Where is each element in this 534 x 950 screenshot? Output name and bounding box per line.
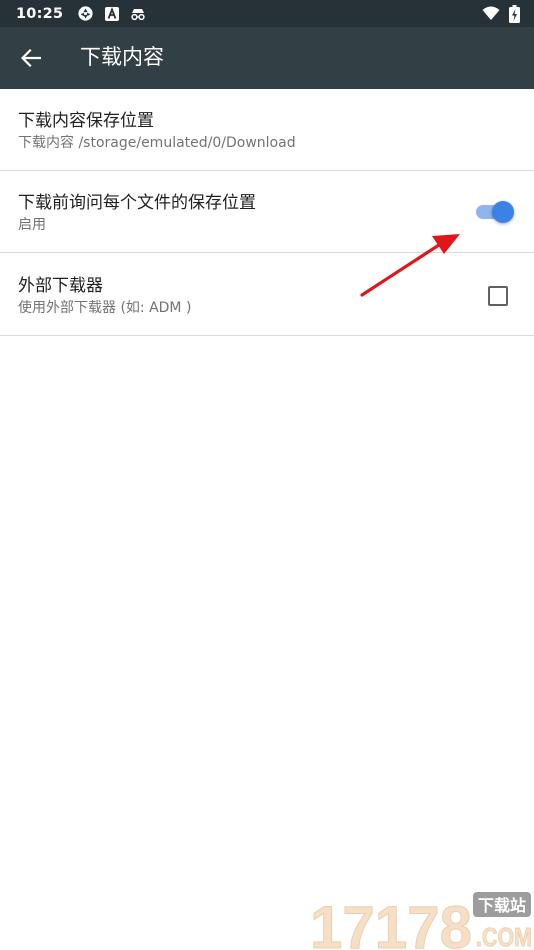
annotation-arrow-icon — [360, 234, 460, 297]
pref-download-location[interactable]: 下载内容保存位置 下载内容 /storage/emulated/0/Downlo… — [0, 89, 534, 171]
watermark-domain: .COM — [476, 922, 532, 950]
back-button[interactable] — [14, 42, 48, 74]
sync-icon — [78, 6, 93, 21]
status-time: 10:25 — [16, 5, 64, 22]
page-title: 下载内容 — [80, 45, 164, 69]
watermark-logo: 17178 下载站 .COM — [310, 892, 533, 950]
status-bar: 10:25 — [0, 0, 534, 27]
pref-title: 外部下载器 — [18, 276, 103, 296]
status-right-icons — [482, 0, 520, 27]
switch-thumb — [492, 201, 514, 223]
battery-charging-icon — [509, 4, 520, 23]
watermark-badge: 下载站 — [478, 896, 526, 915]
pref-summary: 下载内容 /storage/emulated/0/Download — [18, 135, 296, 151]
watermark-number: 17178 — [310, 894, 472, 950]
pref-summary: 启用 — [18, 217, 46, 233]
a-badge-icon — [105, 6, 120, 21]
app-toolbar: 下载内容 — [0, 27, 534, 89]
arrow-back-icon — [21, 49, 41, 67]
incognito-icon — [131, 8, 145, 20]
pref-title: 下载前询问每个文件的保存位置 — [18, 193, 256, 213]
ask-location-switch[interactable] — [474, 200, 514, 224]
external-downloader-checkbox[interactable] — [488, 286, 508, 306]
wifi-icon — [482, 6, 500, 20]
status-left-icons — [77, 5, 146, 22]
pref-summary: 使用外部下载器 (如: ADM ) — [18, 300, 192, 316]
pref-title: 下载内容保存位置 — [18, 111, 154, 131]
